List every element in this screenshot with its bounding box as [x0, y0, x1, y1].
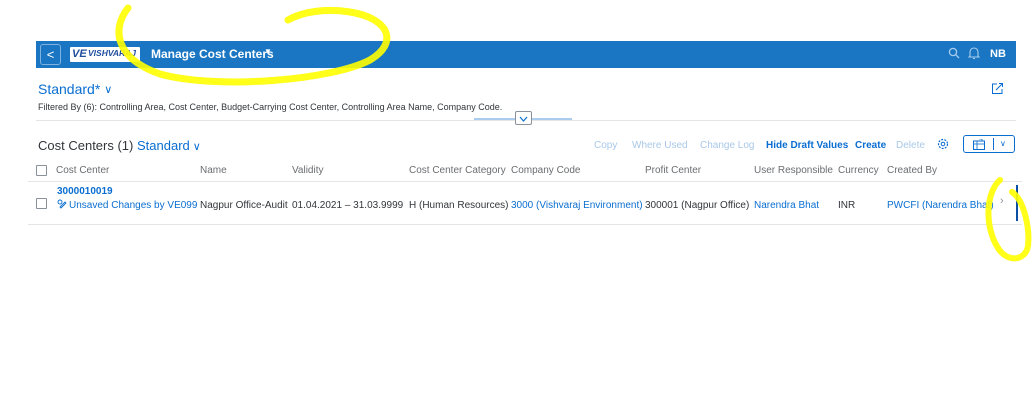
cost-centers-table: Cost Centers (1) Standard ∨ Copy Where Us…: [28, 129, 1022, 225]
export-button-group: ∨: [963, 135, 1015, 153]
user-responsible-link[interactable]: Narendra Bhat: [754, 200, 819, 211]
select-all-checkbox[interactable]: [36, 165, 47, 176]
column-header-cost-center[interactable]: Cost Center: [56, 165, 109, 176]
share-icon[interactable]: [991, 82, 1004, 95]
chevron-down-icon[interactable]: ∨: [1000, 139, 1006, 148]
table-header-row: Cost Center Name Validity Cost Center Ca…: [28, 160, 1022, 182]
search-icon[interactable]: [948, 47, 960, 59]
collapse-header-button[interactable]: [515, 111, 532, 125]
back-button[interactable]: <: [40, 44, 61, 65]
where-used-button[interactable]: Where Used: [632, 140, 688, 151]
filter-summary: Filtered By (6): Controlling Area, Cost …: [38, 102, 503, 112]
export-spreadsheet-icon[interactable]: [973, 139, 985, 150]
change-log-button[interactable]: Change Log: [700, 140, 755, 151]
column-header-user-responsible[interactable]: User Responsible: [754, 165, 833, 176]
column-header-name[interactable]: Name: [200, 165, 227, 176]
table-variant-label: Standard: [137, 138, 190, 153]
row-selection-marker: [1016, 185, 1018, 221]
draft-edit-icon: [57, 199, 67, 209]
chevron-down-icon: ∨: [104, 84, 113, 96]
copy-button[interactable]: Copy: [594, 140, 617, 151]
cell-profit-center: 300001 (Nagpur Office): [645, 200, 750, 211]
column-header-company-code[interactable]: Company Code: [511, 165, 580, 176]
draft-status-text: Unsaved Changes by VE099: [69, 200, 198, 211]
company-code-link[interactable]: 3000 (Vishvaraj Environment): [511, 200, 643, 211]
row-navigation-chevron-icon[interactable]: ›: [1000, 195, 1004, 207]
logo-text: VISHVARAJ: [88, 48, 137, 58]
app-title[interactable]: Manage Cost Centers: [151, 47, 274, 61]
create-button[interactable]: Create: [855, 140, 886, 151]
row-select-checkbox[interactable]: [36, 198, 47, 209]
cell-currency: INR: [838, 200, 856, 211]
chevron-down-icon: ∨: [192, 141, 201, 153]
hide-draft-values-button[interactable]: Hide Draft Values: [766, 140, 848, 151]
column-header-currency[interactable]: Currency: [838, 165, 879, 176]
cell-validity: 01.04.2021 – 31.03.9999: [292, 200, 404, 211]
draft-status-link[interactable]: Unsaved Changes by VE099: [57, 199, 197, 211]
logo-mark: VE: [72, 48, 87, 60]
table-variant-selector[interactable]: Standard ∨: [137, 138, 201, 153]
table-title-count: Cost Centers (1): [38, 138, 134, 153]
column-header-category[interactable]: Cost Center Category: [409, 165, 506, 176]
cost-center-id-link[interactable]: 3000010019: [57, 186, 113, 197]
created-by-link[interactable]: PWCFI (Narendra Bhat): [887, 200, 994, 211]
company-logo[interactable]: VE VISHVARAJ: [70, 47, 140, 62]
variant-label: Standard*: [38, 81, 101, 97]
column-header-validity[interactable]: Validity: [292, 165, 324, 176]
variant-selector[interactable]: Standard* ∨: [38, 81, 112, 97]
column-header-created-by[interactable]: Created By: [887, 165, 937, 176]
cell-category: H (Human Resources): [409, 200, 509, 211]
delete-button[interactable]: Delete: [896, 140, 925, 151]
table-row[interactable]: 3000010019 Unsaved Changes by VE099 Nagp…: [28, 183, 1022, 223]
cell-name: Nagpur Office-Audit: [200, 200, 288, 211]
shell-bar: < VE VISHVARAJ Manage Cost Centers ▼ NB: [36, 41, 1016, 68]
table-title: Cost Centers (1) Standard ∨: [38, 138, 201, 153]
app-title-caret-icon[interactable]: ▼: [264, 47, 272, 56]
notification-bell-icon[interactable]: [968, 46, 980, 60]
gear-icon[interactable]: [936, 137, 950, 151]
export-separator: [993, 138, 994, 150]
back-icon: <: [46, 47, 55, 62]
user-avatar[interactable]: NB: [988, 45, 1008, 64]
chevron-down-icon: [519, 116, 528, 122]
column-header-profit-center[interactable]: Profit Center: [645, 165, 701, 176]
